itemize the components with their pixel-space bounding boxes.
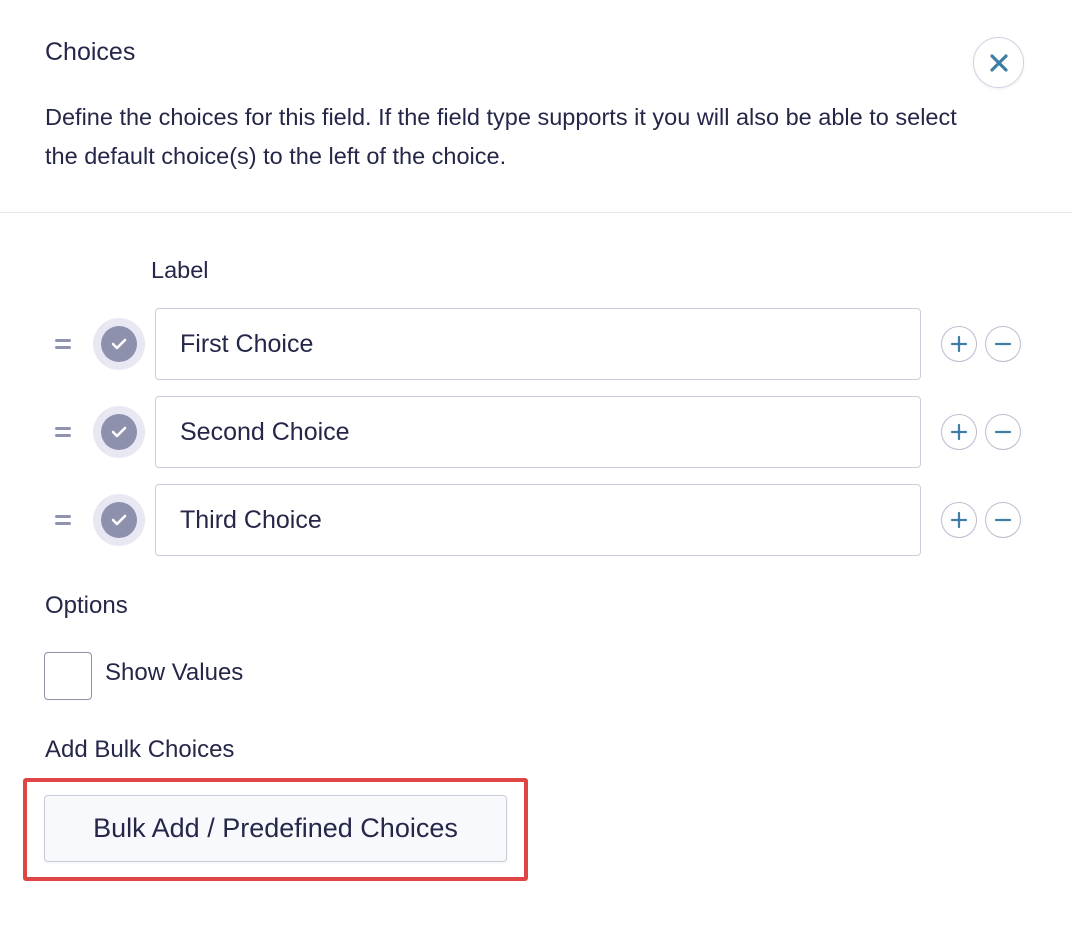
add-choice-button[interactable] xyxy=(941,502,977,538)
check-circle-icon xyxy=(101,502,137,538)
panel-header: Choices Define the choices for this fiel… xyxy=(0,0,1072,213)
choice-row xyxy=(0,308,1072,380)
choice-row xyxy=(0,396,1072,468)
default-choice-toggle[interactable] xyxy=(93,494,145,546)
drag-handle-icon[interactable] xyxy=(52,422,74,442)
close-button[interactable] xyxy=(973,37,1024,88)
choices-column-label: Label xyxy=(151,257,209,283)
choice-label-input[interactable] xyxy=(155,396,921,468)
bulk-add-button[interactable]: Bulk Add / Predefined Choices xyxy=(44,795,507,862)
panel-title: Choices xyxy=(45,38,136,66)
plus-icon xyxy=(950,423,968,441)
show-values-label[interactable]: Show Values xyxy=(105,659,243,687)
minus-icon xyxy=(994,430,1012,434)
show-values-checkbox[interactable] xyxy=(44,652,92,700)
choices-panel: Choices Define the choices for this fiel… xyxy=(0,0,1072,942)
minus-icon xyxy=(994,518,1012,522)
remove-choice-button[interactable] xyxy=(985,502,1021,538)
choice-label-input[interactable] xyxy=(155,308,921,380)
check-circle-icon xyxy=(101,414,137,450)
plus-icon xyxy=(950,335,968,353)
choice-row xyxy=(0,484,1072,556)
check-circle-icon xyxy=(101,326,137,362)
add-choice-button[interactable] xyxy=(941,414,977,450)
close-icon xyxy=(989,53,1008,72)
default-choice-toggle[interactable] xyxy=(93,406,145,458)
drag-handle-icon[interactable] xyxy=(52,334,74,354)
default-choice-toggle[interactable] xyxy=(93,318,145,370)
panel-description: Define the choices for this field. If th… xyxy=(45,104,957,169)
options-heading: Options xyxy=(45,592,128,619)
add-choice-button[interactable] xyxy=(941,326,977,362)
plus-icon xyxy=(950,511,968,529)
choice-label-input[interactable] xyxy=(155,484,921,556)
drag-handle-icon[interactable] xyxy=(52,510,74,530)
remove-choice-button[interactable] xyxy=(985,414,1021,450)
bulk-choices-heading: Add Bulk Choices xyxy=(45,736,235,763)
remove-choice-button[interactable] xyxy=(985,326,1021,362)
minus-icon xyxy=(994,342,1012,346)
